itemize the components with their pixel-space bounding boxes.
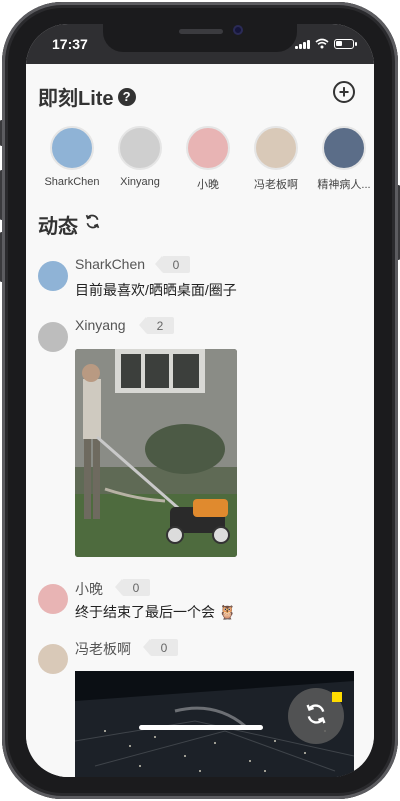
comment-count-badge: 0: [115, 579, 150, 596]
wifi-icon: [315, 38, 329, 49]
contact-item[interactable]: SharkChen: [38, 126, 106, 188]
contact-name: 冯老板啊: [254, 179, 298, 191]
avatar[interactable]: [38, 584, 68, 614]
plus-circle-icon[interactable]: +: [333, 81, 355, 103]
status-icons: [295, 38, 357, 49]
avatar: [50, 126, 94, 170]
avatar[interactable]: [38, 322, 68, 352]
contact-name: 小晚: [197, 179, 219, 191]
app-title-text: 即刻Lite: [38, 88, 114, 110]
avatar: [118, 126, 162, 170]
feed-user-name[interactable]: Xinyang: [75, 317, 126, 333]
avatar: [322, 126, 366, 170]
contact-item[interactable]: 精神病人...: [310, 126, 374, 192]
comment-count-badge: 0: [155, 256, 190, 273]
refresh-icon[interactable]: [84, 213, 101, 236]
feed-user-name[interactable]: 冯老板啊: [75, 639, 131, 659]
avatar: [254, 126, 298, 170]
contact-name: 精神病人...: [317, 179, 371, 191]
avatar[interactable]: [38, 644, 68, 674]
comment-count-badge: 0: [143, 639, 178, 656]
contact-item[interactable]: 冯老板啊: [242, 126, 310, 192]
front-camera: [233, 25, 243, 35]
feed-user-name[interactable]: 小晚: [75, 579, 103, 599]
speaker-grille: [179, 29, 223, 34]
app-content: 即刻Lite ? + SharkChen Xinyang 小晚 冯老板啊 精神病…: [26, 64, 374, 777]
battery-icon: [334, 38, 357, 49]
avatar[interactable]: [38, 261, 68, 291]
feed-section-header: 动态: [38, 210, 101, 239]
phone-frame: 17:37 即刻Lite ? + SharkChen Xinyang 小晚 冯老…: [0, 0, 400, 801]
feed-text: 目前最喜欢/晒晒桌面/圈子: [75, 282, 237, 298]
contact-item[interactable]: Xinyang: [106, 126, 174, 188]
status-bar: 17:37: [26, 24, 374, 64]
phone-screen: 17:37 即刻Lite ? + SharkChen Xinyang 小晚 冯老…: [26, 24, 374, 777]
question-circle-icon[interactable]: ?: [117, 87, 136, 106]
avatar: [186, 126, 230, 170]
notification-dot: [332, 692, 342, 702]
notch: [103, 24, 297, 52]
section-title: 动态: [38, 216, 78, 238]
status-time: 17:37: [52, 36, 88, 52]
contact-name: Xinyang: [120, 176, 160, 188]
home-indicator[interactable]: [139, 725, 263, 730]
feed-text: 终于结束了最后一个会 🦉: [75, 604, 237, 620]
contact-name: SharkChen: [44, 176, 100, 188]
post-photo-lawnmower[interactable]: [75, 349, 237, 557]
signal-bars-icon: [295, 39, 310, 49]
app-title: 即刻Lite ?: [38, 82, 136, 111]
comment-count-badge: 2: [139, 317, 174, 334]
contact-item[interactable]: 小晚: [174, 126, 242, 192]
refresh-icon: [304, 702, 328, 731]
feed-user-name[interactable]: SharkChen: [75, 256, 145, 272]
battery-level: [336, 40, 342, 46]
